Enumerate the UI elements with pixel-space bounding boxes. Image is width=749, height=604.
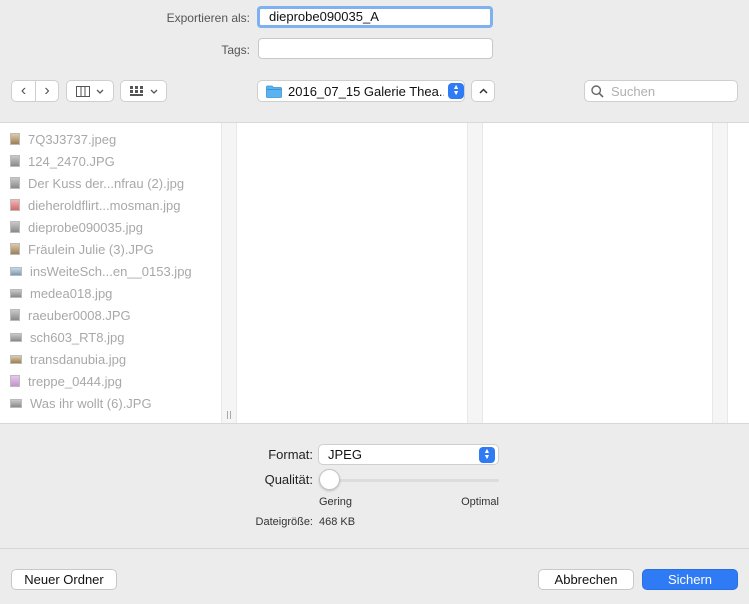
back-button[interactable]: ‹ [11, 80, 35, 102]
file-name: 7Q3J3737.jpeg [28, 131, 117, 147]
file-list-item[interactable]: sch603_RT8.jpg [0, 326, 220, 348]
quality-label: Qualität: [264, 472, 313, 487]
chevron-up-icon [478, 88, 488, 94]
file-browser: 7Q3J3737.jpeg 124_2470.JPG Der Kuss der...… [0, 122, 749, 424]
view-mode-button[interactable] [66, 80, 114, 102]
search-icon [591, 84, 604, 98]
columns-view-icon [76, 85, 90, 97]
format-value: JPEG [328, 447, 362, 462]
image-thumbnail-icon [10, 309, 20, 321]
image-thumbnail-icon [10, 266, 22, 276]
image-thumbnail-icon [10, 199, 20, 211]
chevron-down-icon [150, 89, 157, 94]
file-name: sch603_RT8.jpg [30, 329, 125, 345]
file-name: Der Kuss der...nfrau (2).jpg [28, 175, 185, 191]
chevron-right-icon: › [44, 82, 50, 99]
image-thumbnail-icon [10, 288, 22, 298]
image-thumbnail-icon [10, 221, 20, 233]
file-list-item[interactable]: 7Q3J3737.jpeg [0, 128, 220, 150]
export-name-label: Exportieren als: [166, 11, 250, 25]
export-name-input[interactable]: dieprobe090035_A [257, 6, 493, 28]
file-list-item[interactable]: raeuber0008.JPG [0, 304, 220, 326]
cancel-button[interactable]: Abbrechen [538, 569, 634, 590]
format-stepper-icon: ▲ ▼ [479, 446, 495, 463]
column-resize-strip[interactable] [221, 123, 236, 423]
file-name: 124_2470.JPG [28, 153, 115, 169]
file-name: Was ihr wollt (6).JPG [30, 395, 152, 411]
file-list-item[interactable]: treppe_0444.jpg [0, 370, 220, 392]
image-thumbnail-icon [10, 133, 20, 145]
footer-divider [0, 548, 749, 549]
file-list-item[interactable]: insWeiteSch...en__0153.jpg [0, 260, 220, 282]
image-thumbnail-icon [10, 177, 20, 189]
file-name: dieprobe090035.jpg [28, 219, 143, 235]
file-size-label: Dateigröße: [255, 516, 313, 528]
search-field[interactable]: Suchen [584, 80, 738, 102]
image-thumbnail-icon [10, 375, 20, 387]
file-name: Fräulein Julie (3).JPG [28, 241, 154, 257]
tags-input[interactable] [258, 38, 493, 59]
image-thumbnail-icon [10, 354, 22, 364]
search-placeholder: Suchen [611, 83, 656, 99]
column-resize-strip[interactable] [712, 123, 727, 423]
back-forward-control: ‹ › [11, 80, 59, 102]
location-label: 2016_07_15 Galerie Thea... [288, 83, 445, 99]
file-list-item[interactable]: 124_2470.JPG [0, 150, 220, 172]
format-popup[interactable]: JPEG ▲ ▼ [318, 444, 499, 465]
image-thumbnail-icon [10, 398, 22, 408]
file-name: treppe_0444.jpg [28, 373, 122, 389]
file-list-item[interactable]: medea018.jpg [0, 282, 220, 304]
forward-button[interactable]: › [35, 80, 59, 102]
chevron-down-icon [96, 89, 104, 94]
folder-icon [266, 85, 282, 98]
file-list-item[interactable]: Der Kuss der...nfrau (2).jpg [0, 172, 220, 194]
image-thumbnail-icon [10, 243, 20, 255]
quality-min-label: Gering [319, 496, 353, 508]
image-thumbnail-icon [10, 332, 22, 342]
quality-slider-track [321, 479, 499, 482]
tags-label: Tags: [221, 43, 250, 57]
file-list-item[interactable]: dieprobe090035.jpg [0, 216, 220, 238]
quality-slider-knob[interactable] [319, 469, 340, 490]
file-list-item[interactable]: dieheroldflirt...mosman.jpg [0, 194, 220, 216]
file-list-item[interactable]: Fräulein Julie (3).JPG [0, 238, 220, 260]
image-thumbnail-icon [10, 155, 20, 167]
file-name: raeuber0008.JPG [28, 307, 131, 323]
location-stepper-icon: ▲ ▼ [448, 83, 464, 99]
quality-slider[interactable] [319, 469, 499, 491]
file-name: medea018.jpg [30, 285, 113, 301]
new-folder-button[interactable]: Neuer Ordner [11, 569, 117, 590]
column-resize-strip[interactable] [467, 123, 482, 423]
location-popup[interactable]: 2016_07_15 Galerie Thea... ▲ ▼ [257, 80, 465, 102]
file-size-value: 468 KB [319, 516, 356, 528]
chevron-left-icon: ‹ [20, 82, 27, 99]
group-mode-button[interactable] [120, 80, 167, 102]
file-list-item[interactable]: transdanubia.jpg [0, 348, 220, 370]
quality-max-label: Optimal [461, 496, 499, 508]
file-name: transdanubia.jpg [30, 351, 127, 367]
format-label: Format: [268, 447, 313, 462]
file-name: insWeiteSch...en__0153.jpg [30, 263, 192, 279]
grid-view-icon [129, 85, 143, 96]
file-list-item[interactable]: Was ihr wollt (6).JPG [0, 392, 220, 414]
expand-collapse-button[interactable] [471, 80, 495, 102]
save-button[interactable]: Sichern [642, 569, 738, 590]
file-name: dieheroldflirt...mosman.jpg [28, 197, 181, 213]
